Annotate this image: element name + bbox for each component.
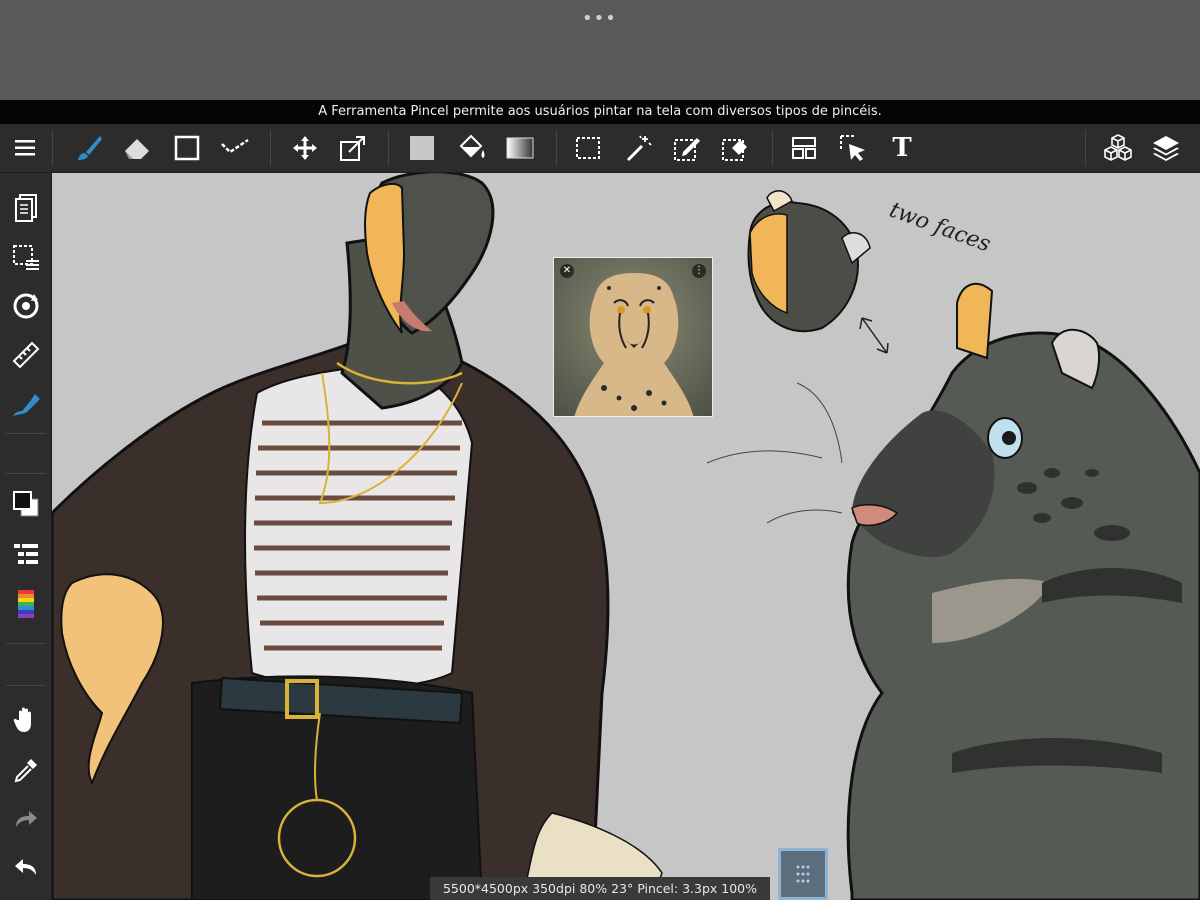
select-eraser-icon (722, 139, 747, 161)
options-icon[interactable]: ⋮ (692, 264, 706, 278)
hand-icon (13, 707, 31, 732)
reference-photo[interactable]: ✕ ⋮ (553, 257, 713, 417)
fill-square-icon (410, 136, 434, 160)
hand-tool-button[interactable] (9, 703, 43, 737)
correction-tool-button[interactable] (218, 132, 252, 164)
gradient-icon (506, 137, 534, 159)
navigator-toggle-button[interactable] (778, 848, 828, 900)
eraser-icon (125, 139, 149, 159)
transform-icon (340, 136, 365, 161)
fill-color-button[interactable] (405, 132, 439, 164)
color-palette-button[interactable] (9, 587, 43, 621)
bucket-tool-button[interactable] (455, 132, 489, 164)
system-top-bar: ••• (0, 0, 1200, 100)
eyedropper-icon (14, 759, 37, 783)
selection-menu-icon (13, 245, 39, 270)
layer-properties-button[interactable] (9, 537, 43, 571)
menu-button[interactable] (8, 132, 42, 164)
rotate-icon (13, 293, 39, 319)
magic-wand-button[interactable] (621, 132, 655, 164)
canvas-status-bar: 5500*4500px 350dpi 80% 23° Pincel: 3.3px… (430, 877, 770, 900)
layers-icon (1153, 136, 1179, 161)
close-icon[interactable]: ✕ (560, 264, 574, 278)
selection-pen-button[interactable] (670, 132, 704, 164)
layer-list-icon (14, 544, 38, 564)
selection-eraser-button[interactable] (718, 132, 752, 164)
main-toolbar: T (0, 124, 1200, 173)
rainbow-icon (18, 590, 34, 618)
pointer-select-icon (840, 135, 865, 161)
hamburger-icon (15, 140, 35, 156)
rectangle-icon (174, 135, 200, 161)
redo-button[interactable] (9, 801, 43, 835)
move-tool-button[interactable] (288, 132, 322, 164)
brush-tool-button[interactable] (72, 132, 106, 164)
ruler-icon (12, 341, 40, 369)
checkmark-stroke-icon (221, 138, 249, 154)
move-arrows-icon (293, 136, 317, 160)
marquee-select-icon (576, 137, 600, 159)
ruler-button[interactable] (9, 338, 43, 372)
paint-bucket-icon (459, 134, 485, 158)
gradient-tool-button[interactable] (503, 132, 537, 164)
brush-icon (78, 136, 102, 160)
select-pen-icon (674, 138, 700, 161)
text-icon: T (892, 133, 912, 163)
snap-pen-button[interactable] (9, 387, 43, 421)
cubes-icon (1104, 134, 1132, 161)
panel-layout-icon (792, 137, 816, 159)
pages-icon (15, 194, 37, 222)
undo-button[interactable] (9, 849, 43, 883)
redo-icon (16, 811, 37, 827)
multitask-indicator[interactable]: ••• (582, 8, 617, 29)
eyedropper-button[interactable] (9, 753, 43, 787)
3d-material-button[interactable] (1101, 132, 1135, 164)
selection-menu-button[interactable] (9, 240, 43, 274)
shape-tool-button[interactable] (170, 132, 204, 164)
left-sidebar (0, 173, 52, 900)
color-fill-stroke-button[interactable] (9, 487, 43, 521)
rotate-button[interactable] (9, 289, 43, 323)
tool-tooltip: A Ferramenta Pincel permite aos usuários… (0, 100, 1200, 124)
pages-button[interactable] (9, 191, 43, 225)
snap-pen-icon (13, 394, 40, 416)
magic-wand-icon (626, 135, 652, 162)
undo-icon (15, 859, 36, 875)
eraser-tool-button[interactable] (120, 132, 154, 164)
layers-button[interactable] (1149, 132, 1183, 164)
cheetah-photo (554, 258, 712, 416)
grid-dots-icon (796, 865, 810, 883)
transform-tool-button[interactable] (336, 132, 370, 164)
text-tool-button[interactable]: T (885, 132, 919, 164)
frame-divider-button[interactable] (787, 132, 821, 164)
selection-tool-button[interactable] (571, 132, 605, 164)
color-swatch-icon (13, 491, 39, 517)
select-layer-button[interactable] (836, 132, 870, 164)
